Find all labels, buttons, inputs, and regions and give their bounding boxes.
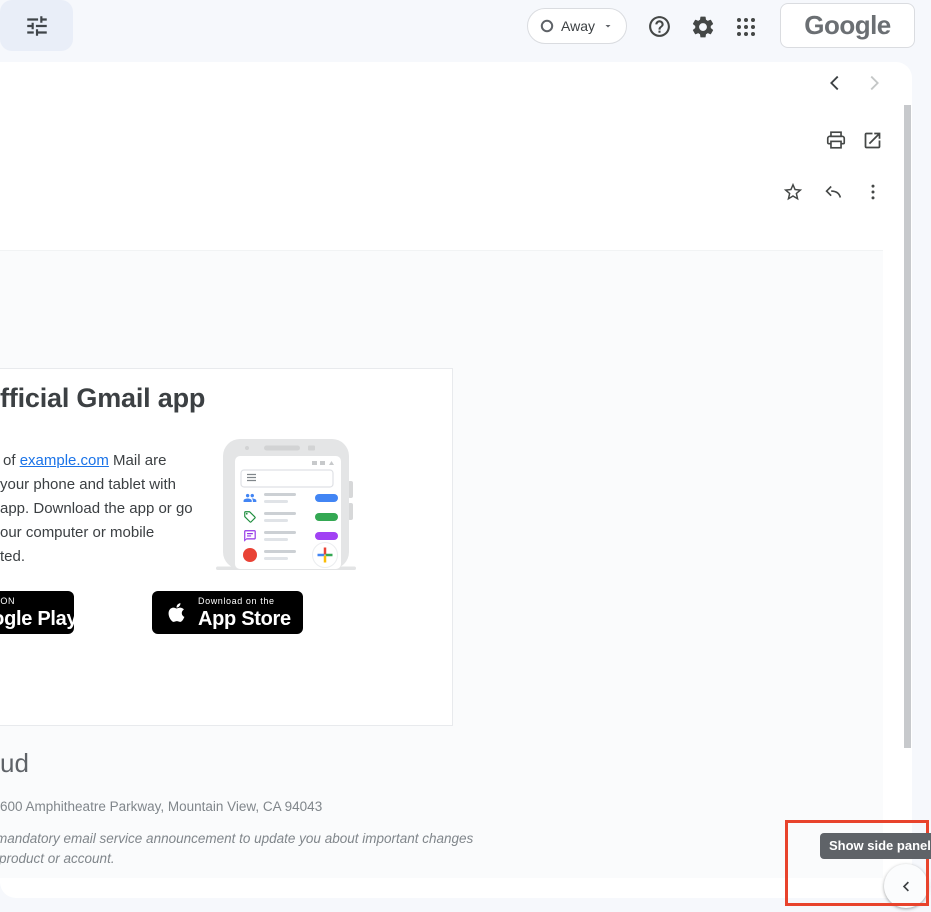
google-play-badge[interactable]: GET IT ON Google Play	[0, 591, 74, 634]
status-selector[interactable]: Away	[527, 8, 627, 44]
show-side-panel-tooltip: Show side panel	[820, 833, 931, 859]
older-conversation-button[interactable]	[862, 71, 886, 95]
play-badge-large-text: Google Play	[0, 609, 77, 629]
star-button[interactable]	[782, 181, 804, 203]
footer-fine-print-line: mandatory email service announcement to …	[0, 831, 473, 846]
promo-copy-line: our computer or mobile	[0, 521, 193, 545]
star-icon	[782, 181, 804, 203]
appstore-badge-large-text: App Store	[198, 609, 291, 629]
promo-copy-line: of example.com Mail are	[0, 449, 193, 473]
promo-copy: of example.com Mail are your phone and t…	[0, 449, 193, 569]
footer-address: 600 Amphitheatre Parkway, Mountain View,…	[0, 799, 322, 814]
app-store-badge[interactable]: Download on the App Store	[152, 591, 303, 634]
footer-fine-print-line: product or account.	[0, 851, 115, 866]
caret-down-icon	[602, 20, 614, 32]
print-button[interactable]	[825, 129, 847, 151]
example-domain-link[interactable]: example.com	[20, 452, 109, 469]
chevron-left-icon	[824, 72, 846, 94]
apps-grid-button[interactable]	[733, 14, 758, 39]
account-logo-box[interactable]: Google	[780, 3, 915, 48]
open-in-new-icon	[862, 130, 883, 151]
help-icon	[647, 14, 672, 39]
promo-copy-line: your phone and tablet with	[0, 473, 193, 497]
printer-icon	[825, 129, 847, 151]
promo-heading: fficial Gmail app	[0, 383, 205, 414]
reply-button[interactable]	[822, 181, 844, 203]
apple-icon	[164, 599, 189, 626]
tune-filters-button[interactable]	[0, 0, 73, 51]
footer-brand-fragment: ud	[0, 748, 29, 779]
status-label: Away	[561, 18, 595, 34]
promo-copy-line: app. Download the app or go	[0, 497, 193, 521]
google-logo: Google	[804, 10, 891, 41]
tune-icon	[24, 13, 50, 39]
reply-icon	[822, 181, 844, 203]
more-vert-icon	[863, 180, 883, 204]
phone-illustration	[212, 436, 358, 573]
settings-button[interactable]	[689, 13, 716, 40]
play-badge-small-text: GET IT ON	[0, 597, 77, 606]
help-button[interactable]	[646, 13, 672, 39]
chevron-right-icon	[863, 72, 885, 94]
apps-grid-icon	[734, 15, 758, 39]
more-options-button[interactable]	[862, 179, 884, 205]
gear-icon	[690, 14, 716, 40]
appstore-badge-small-text: Download on the	[198, 597, 291, 606]
gmail-window: { "header": { "logo_text": "Google", "st…	[0, 0, 931, 912]
vertical-scrollbar-thumb[interactable]	[904, 105, 911, 748]
newer-conversation-button[interactable]	[823, 71, 847, 95]
open-in-new-icon[interactable]	[861, 129, 883, 151]
promo-copy-line: ted.	[0, 545, 193, 569]
presence-circle-icon	[540, 19, 554, 33]
